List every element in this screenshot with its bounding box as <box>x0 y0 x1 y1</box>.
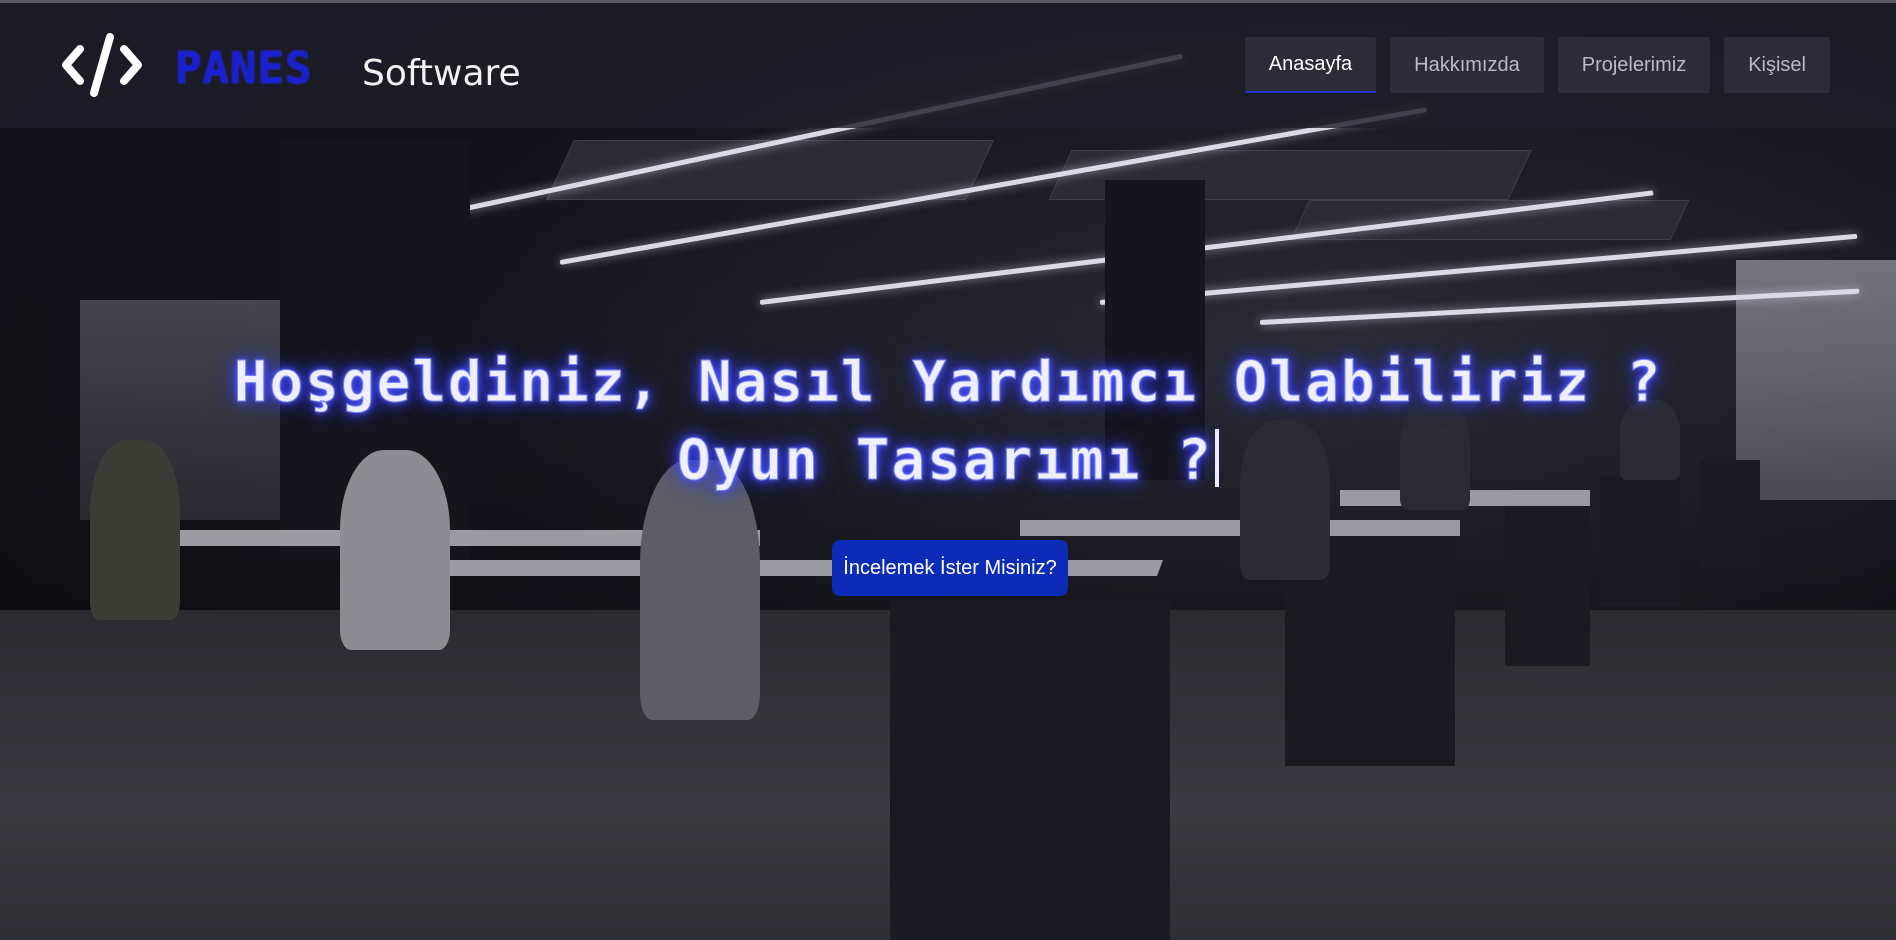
nav-item-projelerimiz[interactable]: Projelerimiz <box>1557 37 1711 93</box>
person <box>640 460 760 720</box>
explore-button[interactable]: İncelemek İster Misiniz? <box>832 540 1068 596</box>
hero-typing-word: Oyun Tasarımı ? <box>677 428 1213 494</box>
brand-name[interactable]: PANES <box>175 43 312 94</box>
main-nav: Anasayfa Hakkımızda Projelerimiz Kişisel <box>1244 37 1830 93</box>
ceiling-panel <box>546 140 994 200</box>
nav-item-hakkimizda[interactable]: Hakkımızda <box>1390 37 1544 93</box>
nav-item-anasayfa[interactable]: Anasayfa <box>1244 37 1377 93</box>
top-navigation-bar: PANES Software Anasayfa Hakkımızda Proje… <box>0 0 1896 128</box>
code-brackets-icon[interactable] <box>60 31 144 99</box>
desk-cabinet <box>1505 506 1590 666</box>
hero-typing-text: Oyun Tasarımı ? <box>0 428 1896 494</box>
desk-cabinet <box>890 600 1170 940</box>
brand-suffix: Software <box>362 53 521 94</box>
typing-cursor <box>1214 429 1219 487</box>
ceiling-light <box>759 190 1654 305</box>
hero-title: Hoşgeldiniz, Nasıl Yardımcı Olabiliriz ? <box>233 350 1663 416</box>
nav-item-kisisel[interactable]: Kişisel <box>1724 37 1830 93</box>
desk-cabinet <box>1600 476 1680 606</box>
ceiling-panel <box>1290 200 1690 240</box>
